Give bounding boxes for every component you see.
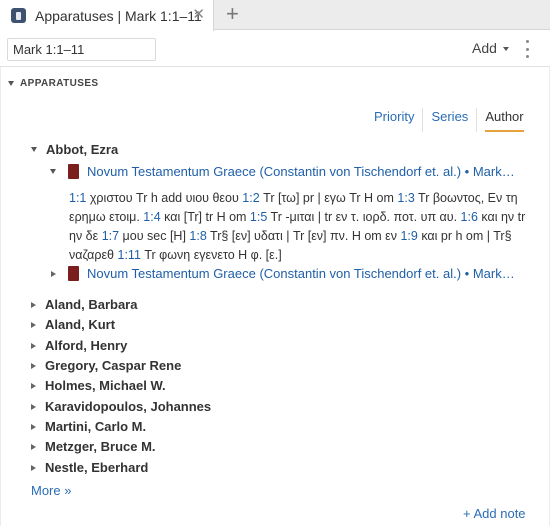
toolbar: Add bbox=[0, 31, 550, 67]
apparatus-note: Tr§ [εν] υδατι | Tr [εν] πν. H om εν bbox=[206, 229, 401, 243]
verse-ref-link[interactable]: 1:8 bbox=[189, 229, 206, 243]
author-row[interactable]: Martini, Carlo M. bbox=[31, 419, 146, 434]
expand-caret-icon bbox=[31, 147, 37, 152]
author-name: Martini, Carlo M. bbox=[45, 419, 147, 434]
author-name: Metzger, Bruce M. bbox=[45, 439, 156, 454]
apparatus-note: Tr -μιται | tr εν τ. ιορδ. ποτ. υπ αυ. bbox=[267, 210, 461, 224]
chevron-down-icon bbox=[502, 47, 509, 51]
expand-caret-icon bbox=[31, 382, 36, 389]
tab-apparatuses[interactable]: Apparatuses | Mark 1:1–11 ✕ bbox=[0, 0, 214, 31]
expand-caret-icon bbox=[31, 464, 36, 471]
verse-ref-link[interactable]: 1:4 bbox=[143, 210, 160, 224]
author-row[interactable]: Nestle, Eberhard bbox=[31, 460, 148, 475]
verse-ref-link[interactable]: 1:1 bbox=[69, 191, 86, 205]
apparatus-note: Tr φωνη εγενετο H φ. [ε.] bbox=[140, 248, 282, 262]
close-icon[interactable]: ✕ bbox=[192, 6, 205, 24]
author-name: Alford, Henry bbox=[45, 338, 128, 353]
expand-caret-icon bbox=[31, 321, 36, 328]
add-label: Add bbox=[472, 40, 497, 56]
author-name: Aland, Barbara bbox=[45, 297, 138, 312]
resource-row[interactable]: Novum Testamentum Graece (Constantin von… bbox=[51, 266, 515, 281]
author-name: Gregory, Caspar Rene bbox=[45, 358, 182, 373]
add-note-button[interactable]: + Add note bbox=[463, 506, 526, 521]
expand-caret-icon bbox=[51, 270, 56, 277]
author-row[interactable]: Karavidopoulos, Johannes bbox=[31, 399, 211, 414]
more-link[interactable]: More » bbox=[31, 483, 71, 498]
reference-input[interactable] bbox=[7, 38, 156, 61]
verse-ref-link[interactable]: 1:2 bbox=[242, 191, 259, 205]
more-options-icon[interactable] bbox=[524, 40, 530, 58]
resource-title[interactable]: Novum Testamentum Graece (Constantin von… bbox=[87, 164, 515, 179]
expand-caret-icon bbox=[50, 169, 56, 174]
apparatus-note: Tr [τω] pr | εγω Tr H om bbox=[259, 191, 398, 205]
author-name: Holmes, Michael W. bbox=[45, 378, 166, 393]
expand-caret-icon bbox=[31, 403, 36, 410]
section-header-apparatuses[interactable]: APPARATUSES bbox=[8, 78, 98, 89]
author-row[interactable]: Abbot, Ezra bbox=[31, 142, 118, 157]
apparatus-icon bbox=[11, 8, 26, 23]
sort-tab-author[interactable]: Author bbox=[476, 108, 531, 132]
resource-title[interactable]: Novum Testamentum Graece (Constantin von… bbox=[87, 266, 515, 281]
book-icon bbox=[68, 266, 79, 281]
verse-ref-link[interactable]: 1:6 bbox=[461, 210, 478, 224]
verse-ref-link[interactable]: 1:9 bbox=[400, 229, 417, 243]
apparatus-note: μου sec [H] bbox=[119, 229, 190, 243]
author-row[interactable]: Aland, Barbara bbox=[31, 297, 137, 312]
apparatus-note: και [Tr] tr H om bbox=[160, 210, 250, 224]
resource-row[interactable]: Novum Testamentum Graece (Constantin von… bbox=[50, 164, 515, 179]
collapse-caret-icon bbox=[8, 81, 14, 86]
expand-caret-icon bbox=[31, 423, 36, 430]
apparatus-text: 1:1 χριστου Tr h add υιου θεου 1:2 Tr [τ… bbox=[69, 189, 529, 265]
verse-ref-link[interactable]: 1:3 bbox=[397, 191, 414, 205]
sort-tab-series[interactable]: Series bbox=[422, 108, 476, 132]
book-icon bbox=[68, 164, 79, 179]
tab-bar: Apparatuses | Mark 1:1–11 ✕ + bbox=[0, 0, 550, 31]
new-tab-plus-icon[interactable]: + bbox=[226, 2, 239, 26]
sort-tab-priority[interactable]: Priority bbox=[366, 108, 422, 132]
expand-caret-icon bbox=[31, 301, 36, 308]
apparatus-note: χριστου Tr h add υιου θεου bbox=[86, 191, 243, 205]
author-name: Aland, Kurt bbox=[45, 317, 116, 332]
verse-ref-link[interactable]: 1:5 bbox=[250, 210, 267, 224]
verse-ref-link[interactable]: 1:11 bbox=[118, 248, 141, 262]
author-row[interactable]: Holmes, Michael W. bbox=[31, 378, 166, 393]
author-name: Nestle, Eberhard bbox=[45, 460, 149, 475]
expand-caret-icon bbox=[31, 443, 36, 450]
tab-title: Apparatuses | Mark 1:1–11 bbox=[35, 7, 202, 24]
author-row[interactable]: Alford, Henry bbox=[31, 338, 127, 353]
author-row[interactable]: Gregory, Caspar Rene bbox=[31, 358, 181, 373]
author-name: Karavidopoulos, Johannes bbox=[45, 399, 212, 414]
verse-ref-link[interactable]: 1:7 bbox=[102, 229, 119, 243]
sort-tabs: Priority Series Author bbox=[366, 108, 532, 132]
author-name: Abbot, Ezra bbox=[46, 142, 119, 157]
section-label: APPARATUSES bbox=[20, 78, 99, 89]
author-row[interactable]: Aland, Kurt bbox=[31, 317, 115, 332]
add-dropdown-button[interactable]: Add bbox=[472, 40, 509, 56]
expand-caret-icon bbox=[31, 362, 36, 369]
author-row[interactable]: Metzger, Bruce M. bbox=[31, 439, 156, 454]
expand-caret-icon bbox=[31, 342, 36, 349]
